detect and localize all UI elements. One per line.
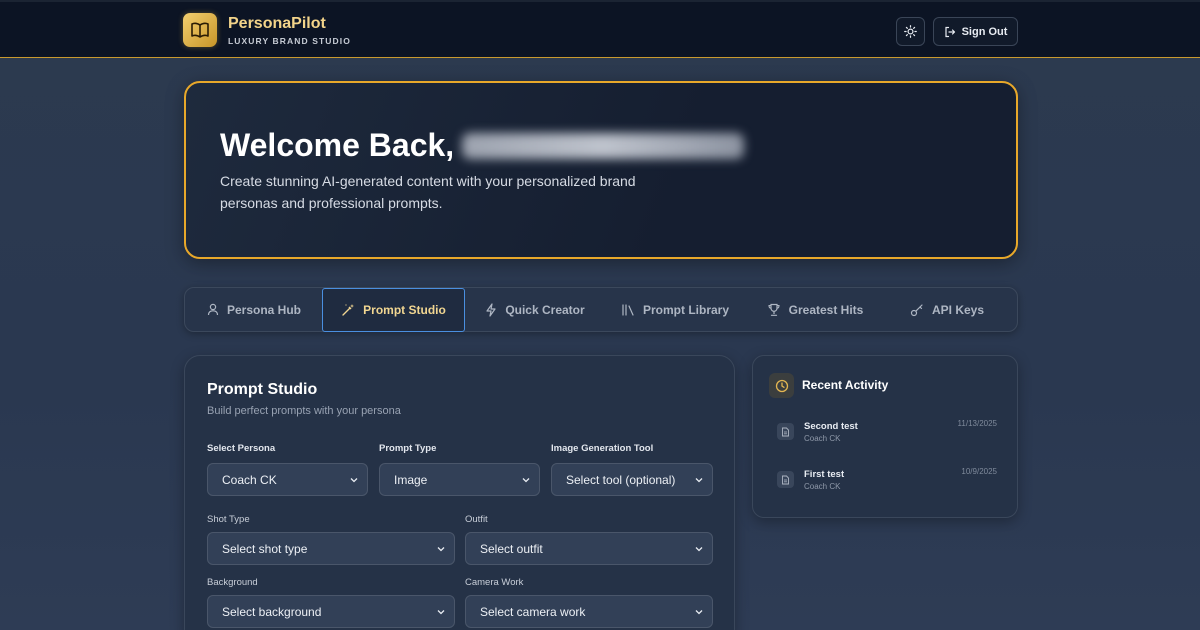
shot-type-select[interactable]: Select shot type [207,532,455,565]
outfit-select[interactable]: Select outfit [465,532,713,565]
log-out-icon [944,26,955,37]
sign-out-button[interactable]: Sign Out [933,17,1018,46]
outfit-value: Select outfit [480,541,543,556]
recent-activity-panel: Recent Activity Second test Coach CK 11/… [752,355,1018,518]
background-label: Background [207,577,258,588]
tab-api-keys[interactable]: API Keys [877,288,1017,331]
chevron-down-icon [350,478,358,483]
tab-prompt-library[interactable]: Prompt Library [605,288,745,331]
magic-wand-icon [342,304,355,316]
sign-out-label: Sign Out [961,25,1008,38]
image-tool-value: Select tool (optional) [566,472,676,487]
activity-date: 10/9/2025 [961,467,997,476]
prompt-studio-panel: Prompt Studio Build perfect prompts with… [184,355,735,630]
persona-value: Coach CK [222,472,277,487]
image-tool-label: Image Generation Tool [551,443,654,454]
document-icon [777,471,794,488]
panel-title: Prompt Studio [207,381,318,398]
redacted-username [462,132,745,159]
background-select[interactable]: Select background [207,595,455,628]
welcome-text: Welcome Back, [220,127,455,163]
welcome-subtitle: Create stunning AI-generated content wit… [220,173,636,211]
image-tool-select[interactable]: Select tool (optional) [551,463,713,496]
activity-name: Second test [804,421,858,432]
trophy-icon [768,303,780,316]
chevron-down-icon [437,610,445,615]
activity-item[interactable]: Second test Coach CK 11/13/2025 [777,419,997,453]
activity-persona: Coach CK [804,434,841,443]
camera-work-label: Camera Work [465,577,524,588]
activity-date: 11/13/2025 [957,419,997,428]
prompt-type-value: Image [394,472,428,487]
user-icon [207,303,219,316]
key-icon [910,303,923,316]
chevron-down-icon [695,610,703,615]
activity-item[interactable]: First test Coach CK 10/9/2025 [777,467,997,501]
prompt-type-label: Prompt Type [379,443,437,454]
main-tabs: Persona Hub Prompt Studio Quick Creator … [184,287,1018,332]
chevron-down-icon [522,478,530,483]
activity-name: First test [804,469,845,480]
camera-work-value: Select camera work [480,604,586,619]
document-icon [777,423,794,440]
welcome-heading: Welcome Back, [220,127,745,164]
outfit-label: Outfit [465,514,488,525]
sun-icon [904,25,917,38]
activity-persona: Coach CK [804,482,841,491]
theme-toggle-button[interactable] [896,17,925,46]
tab-persona-hub[interactable]: Persona Hub [185,288,323,331]
brand[interactable]: PersonaPilot LUXURY BRAND STUDIO [183,13,351,47]
chevron-down-icon [437,547,445,552]
tab-label: Quick Creator [505,302,585,317]
book-open-icon [183,13,217,47]
persona-select[interactable]: Coach CK [207,463,368,496]
chevron-down-icon [695,547,703,552]
clock-icon [769,373,794,398]
persona-label: Select Persona [207,443,276,454]
shot-type-label: Shot Type [207,514,250,525]
camera-work-select[interactable]: Select camera work [465,595,713,628]
tab-label: API Keys [931,302,985,317]
tab-quick-creator[interactable]: Quick Creator [465,288,605,331]
recent-activity-title: Recent Activity [802,378,889,392]
tab-label: Persona Hub [226,302,301,317]
app-name: PersonaPilot [228,14,326,32]
panel-subtitle: Build perfect prompts with your persona [207,405,401,417]
tab-label: Prompt Studio [363,303,446,317]
welcome-banner: Welcome Back, Create stunning AI-generat… [184,81,1018,259]
lightning-icon [486,302,496,317]
top-navbar: PersonaPilot LUXURY BRAND STUDIO Sign Ou… [0,0,1200,58]
prompt-type-select[interactable]: Image [379,463,540,496]
chevron-down-icon [695,478,703,483]
tab-label: Prompt Library [642,302,729,317]
tab-greatest-hits[interactable]: Greatest Hits [745,288,885,331]
tab-label: Greatest Hits [788,302,864,317]
library-icon [622,304,634,316]
tab-prompt-studio[interactable]: Prompt Studio [322,288,465,332]
background-value: Select background [222,604,322,619]
app-tagline: LUXURY BRAND STUDIO [228,35,351,46]
shot-type-value: Select shot type [222,541,308,556]
